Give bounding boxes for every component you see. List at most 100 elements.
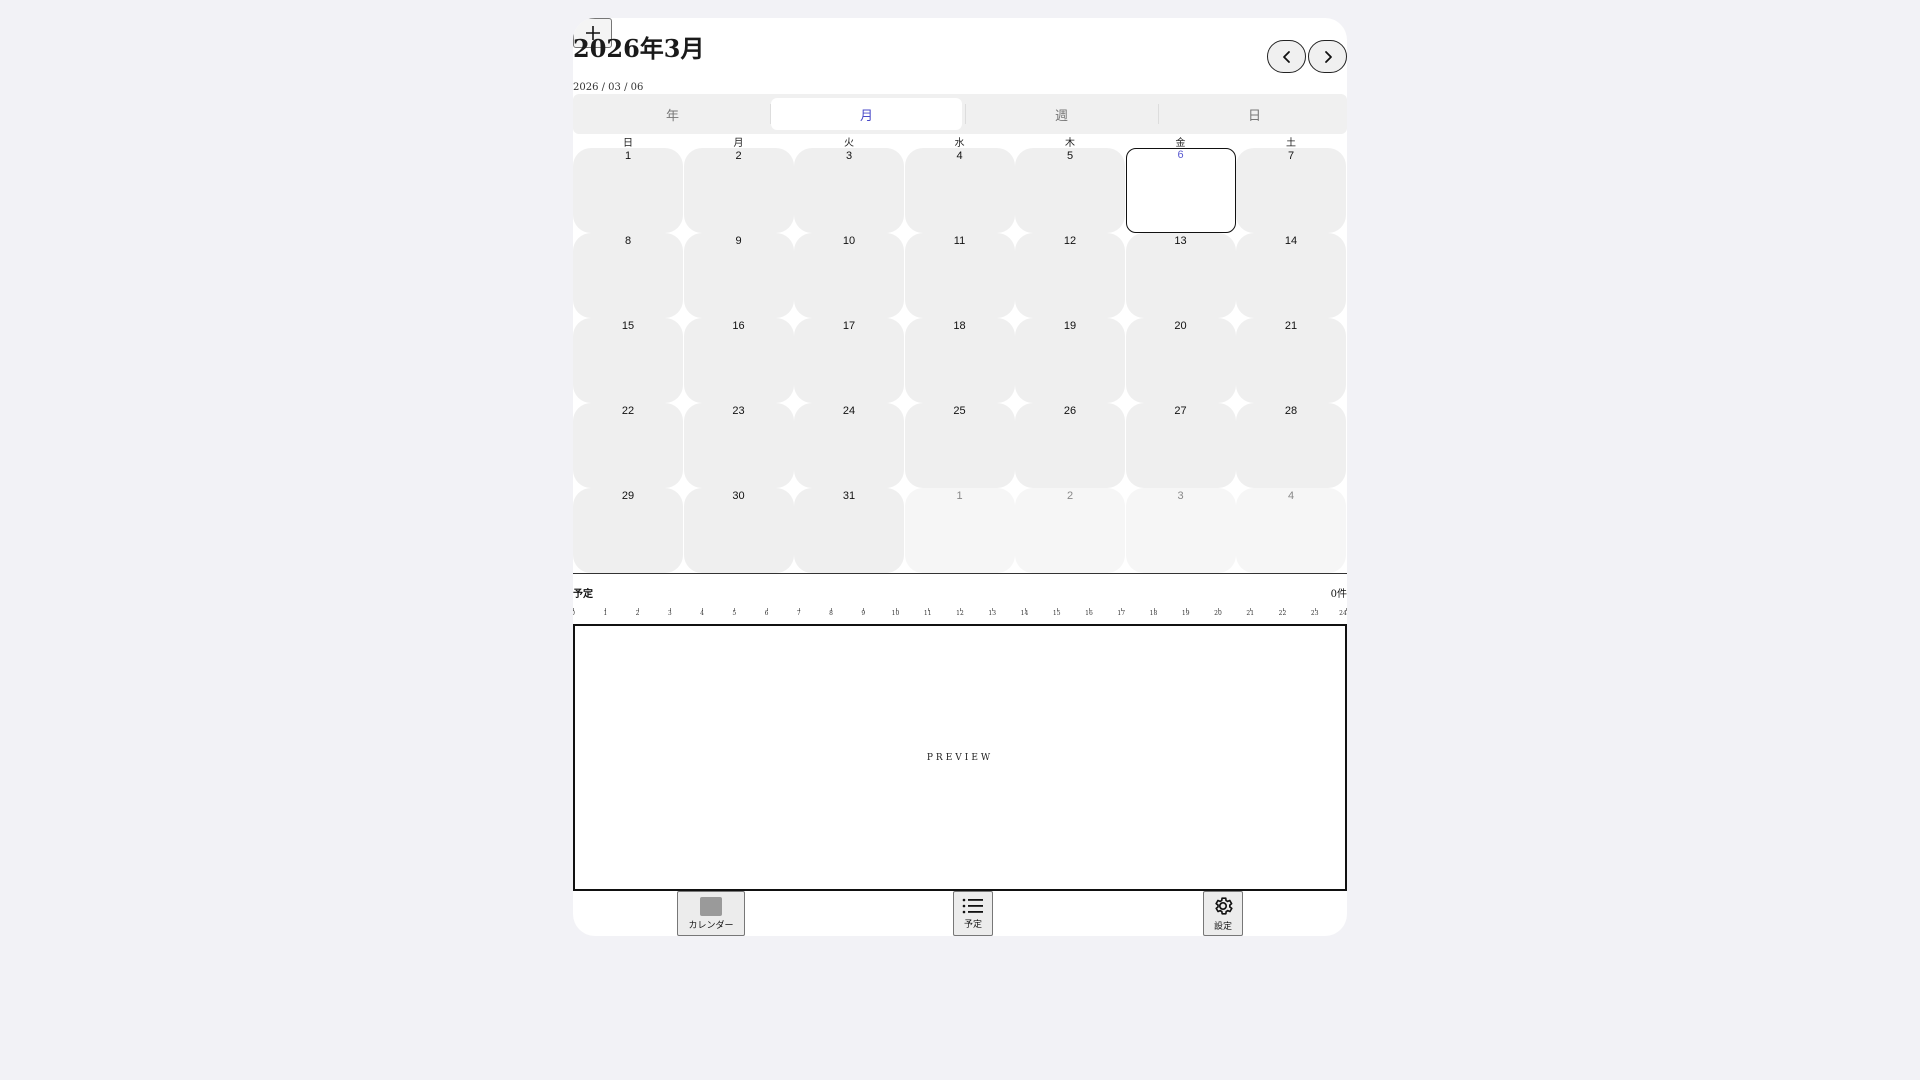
day-number: 1 [956, 490, 963, 502]
day-number: 3 [1177, 490, 1184, 502]
day-number: 21 [1284, 320, 1298, 332]
weekday-label: 日 [623, 138, 633, 149]
bottom-tab-bar: カレンダー 予定 設定 [573, 891, 1347, 936]
day-cell[interactable]: 25 [904, 403, 1015, 488]
day-number: 10 [842, 235, 856, 247]
day-cell[interactable]: 22 [573, 403, 683, 488]
hour-label: 11 [923, 610, 932, 617]
day-number: 2 [1066, 490, 1074, 502]
day-number: 3 [845, 150, 853, 162]
day-cell[interactable]: 27 [1125, 403, 1236, 488]
hour-label: 23 [1310, 610, 1319, 617]
events-heading: 予定 [573, 589, 593, 600]
tab-settings[interactable]: 設定 [1203, 891, 1243, 936]
day-cell[interactable]: 23 [683, 403, 794, 488]
day-number: 15 [621, 320, 635, 332]
hour-label: 17 [1117, 610, 1126, 617]
day-number: 14 [1284, 235, 1298, 247]
day-cell[interactable]: 18 [904, 318, 1015, 403]
day-number: 18 [953, 320, 966, 332]
day-number: 17 [842, 320, 856, 332]
day-number: 23 [732, 405, 745, 417]
tab-events[interactable]: 予定 [953, 891, 993, 936]
next-month-button[interactable] [1308, 40, 1347, 73]
day-cell[interactable]: 31 [794, 488, 904, 573]
hour-label: 8 [829, 610, 833, 617]
day-cell[interactable]: 20 [1125, 318, 1236, 403]
page-title: 2026年3月 [573, 34, 705, 63]
day-number: 24 [842, 405, 856, 417]
day-cell[interactable]: 5 [1015, 148, 1125, 233]
day-number: 4 [956, 150, 963, 162]
day-cell[interactable]: 7 [1236, 148, 1346, 233]
day-cell[interactable]: 11 [904, 233, 1015, 318]
current-date: 2026 / 03 / 06 [573, 82, 644, 93]
day-number: 4 [1287, 490, 1295, 502]
hour-label: 22 [1278, 610, 1287, 617]
hour-label: 9 [861, 610, 866, 617]
day-cell[interactable]: 26 [1015, 403, 1125, 488]
day-cell[interactable]: 30 [683, 488, 794, 573]
day-cell[interactable]: 28 [1236, 403, 1346, 488]
day-number: 7 [1287, 150, 1295, 162]
day-cell[interactable]: 21 [1236, 318, 1346, 403]
hour-label: 0 [573, 610, 575, 617]
hour-label: 14 [1020, 610, 1029, 617]
day-number: 2 [735, 150, 742, 162]
day-cell[interactable]: 3 [794, 148, 904, 233]
weekday-label: 金 [1175, 138, 1186, 149]
tab-month[interactable]: 月 [771, 98, 962, 130]
day-cell[interactable]: 17 [794, 318, 904, 403]
day-cell-next-month[interactable]: 2 [1015, 488, 1125, 573]
day-number: 28 [1284, 405, 1298, 417]
day-cell[interactable]: 14 [1236, 233, 1346, 318]
day-number: 1 [624, 150, 632, 162]
chevron-right-icon [1324, 50, 1332, 63]
tab-calendar[interactable]: カレンダー [677, 891, 745, 936]
hour-label: 18 [1149, 610, 1158, 617]
day-cell-next-month[interactable]: 3 [1125, 488, 1236, 573]
day-cell[interactable]: 24 [794, 403, 904, 488]
chevron-left-icon [1282, 50, 1290, 63]
tab-day[interactable]: 日 [1159, 98, 1347, 130]
tab-year[interactable]: 年 [577, 98, 768, 130]
day-number: 5 [1066, 150, 1074, 162]
hour-label: 7 [796, 610, 801, 617]
list-icon [962, 898, 983, 914]
previous-month-button[interactable] [1267, 40, 1306, 73]
events-count: 0件 [1330, 589, 1347, 600]
day-cell-next-month[interactable]: 1 [904, 488, 1015, 573]
day-number: 20 [1174, 320, 1187, 332]
day-cell[interactable]: 15 [573, 318, 683, 403]
day-cell[interactable]: 12 [1015, 233, 1125, 318]
day-cell[interactable]: 19 [1015, 318, 1125, 403]
day-cell[interactable]: 4 [904, 148, 1015, 233]
view-switcher: 年 月 週 日 [573, 94, 1347, 134]
hour-label: 12 [956, 610, 964, 617]
weekday-label: 木 [1065, 138, 1075, 149]
day-cell[interactable]: 1 [573, 148, 683, 233]
hour-label: 13 [988, 610, 997, 617]
day-number: 22 [621, 405, 635, 417]
day-cell-next-month[interactable]: 4 [1236, 488, 1346, 573]
day-cell[interactable]: 9 [683, 233, 794, 318]
day-cell[interactable]: 13 [1125, 233, 1236, 318]
day-number: 27 [1174, 405, 1187, 417]
tab-label: 予定 [963, 920, 982, 930]
day-cell[interactable]: 2 [683, 148, 794, 233]
calendar-app: 2026年3月 2026 / 03 / 06 年 月 週 日 日 月 火 水 木… [573, 18, 1347, 936]
day-number: 12 [1063, 235, 1077, 247]
divider [573, 573, 1347, 574]
day-number: 13 [1174, 235, 1187, 247]
tab-week[interactable]: 週 [966, 98, 1157, 130]
day-number: 26 [1063, 405, 1077, 417]
day-cell-today[interactable]: 6 [1125, 148, 1236, 233]
day-cell[interactable]: 10 [794, 233, 904, 318]
day-cell[interactable]: 8 [573, 233, 683, 318]
gear-icon [1215, 897, 1233, 915]
day-cell[interactable]: 29 [573, 488, 683, 573]
weekday-label: 月 [733, 138, 744, 149]
hour-label: 6 [764, 610, 769, 617]
day-cell[interactable]: 16 [683, 318, 794, 403]
event-preview[interactable]: PREVIEW [573, 624, 1347, 891]
